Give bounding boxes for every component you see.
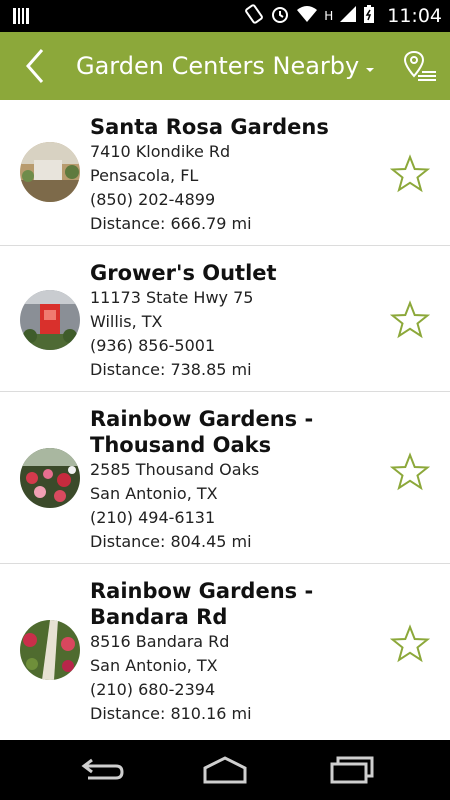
favorite-star-icon[interactable] xyxy=(389,624,431,664)
store-thumbnail xyxy=(20,620,80,680)
title-dropdown[interactable]: Garden Centers Nearby xyxy=(76,32,375,100)
system-nav-bar xyxy=(0,740,450,800)
store-list: Santa Rosa Gardens 7410 Klondike Rd Pens… xyxy=(0,100,450,740)
store-city: San Antonio, TX xyxy=(90,656,218,675)
store-city: Pensacola, FL xyxy=(90,166,199,185)
list-item[interactable]: Santa Rosa Gardens 7410 Klondike Rd Pens… xyxy=(0,100,450,246)
nav-recents-icon xyxy=(330,756,374,784)
map-view-button[interactable] xyxy=(402,48,438,84)
store-phone[interactable]: (936) 856-5001 xyxy=(90,334,380,358)
battery-icon xyxy=(363,4,375,28)
wifi-icon xyxy=(296,5,318,27)
store-distance: Distance: 738.85 mi xyxy=(90,360,252,379)
action-bar: Garden Centers Nearby xyxy=(0,32,450,100)
network-type-label: H xyxy=(324,9,334,23)
favorite-star-icon[interactable] xyxy=(389,154,431,194)
back-arrow-icon xyxy=(26,49,44,83)
store-address: 11173 State Hwy 75 xyxy=(90,288,254,307)
nav-home-button[interactable] xyxy=(201,754,249,786)
store-phone[interactable]: (850) 202-4899 xyxy=(90,188,380,212)
store-name: Rainbow Gardens - Bandara Rd xyxy=(90,579,314,629)
store-thumbnail xyxy=(20,142,80,202)
store-name: Santa Rosa Gardens xyxy=(90,115,329,139)
store-address: 7410 Klondike Rd xyxy=(90,142,231,161)
nav-back-icon xyxy=(81,758,124,780)
store-city: Willis, TX xyxy=(90,312,163,331)
page-title: Garden Centers Nearby xyxy=(76,52,360,80)
store-phone[interactable]: (210) 494-6131 xyxy=(90,506,380,530)
favorite-star-icon[interactable] xyxy=(389,452,431,492)
store-distance: Distance: 810.16 mi xyxy=(90,704,252,723)
store-address: 2585 Thousand Oaks xyxy=(90,460,260,479)
notification-icon xyxy=(12,7,30,29)
store-address: 8516 Bandara Rd xyxy=(90,632,230,651)
list-item[interactable]: Grower's Outlet 11173 State Hwy 75 Willi… xyxy=(0,246,450,392)
favorite-star-icon[interactable] xyxy=(389,300,431,340)
alarm-icon xyxy=(270,4,290,28)
signal-icon xyxy=(339,5,357,27)
back-button[interactable] xyxy=(18,46,54,86)
caret-down-icon xyxy=(365,59,375,78)
status-bar: H 11:04 xyxy=(0,0,450,32)
store-thumbnail xyxy=(20,448,80,508)
list-item[interactable]: Rainbow Gardens - Thousand Oaks 2585 Tho… xyxy=(0,392,450,564)
store-name: Grower's Outlet xyxy=(90,261,277,285)
store-distance: Distance: 804.45 mi xyxy=(90,532,252,551)
store-name: Rainbow Gardens - Thousand Oaks xyxy=(90,407,314,457)
rotate-icon xyxy=(244,4,264,28)
list-item[interactable]: Rainbow Gardens - Bandara Rd 8516 Bandar… xyxy=(0,564,450,740)
store-city: San Antonio, TX xyxy=(90,484,218,503)
store-thumbnail xyxy=(20,290,80,350)
nav-recents-button[interactable] xyxy=(328,754,376,786)
status-time: 11:04 xyxy=(387,5,442,27)
store-distance: Distance: 666.79 mi xyxy=(90,214,252,233)
map-pin-icon xyxy=(403,50,436,81)
store-phone[interactable]: (210) 680-2394 xyxy=(90,678,380,702)
nav-back-button[interactable] xyxy=(76,754,124,786)
nav-home-icon xyxy=(203,756,247,784)
